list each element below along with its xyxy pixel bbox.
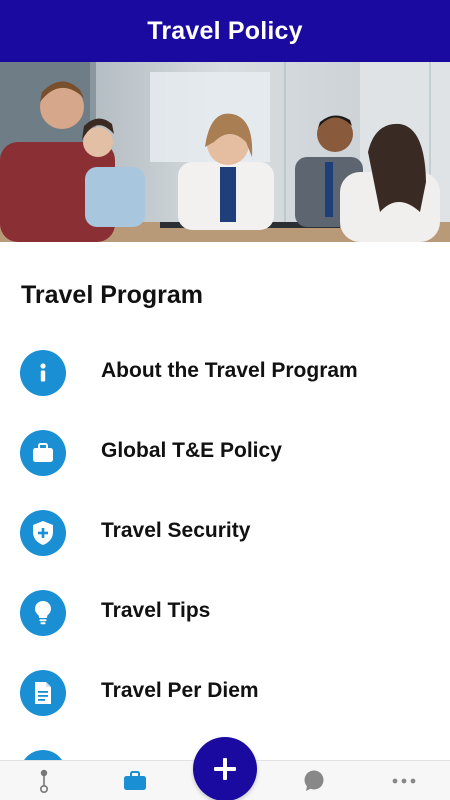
menu-item-about[interactable]: About the Travel Program [0,333,450,413]
menu-item-label: Travel Security [101,519,251,542]
info-icon [20,350,66,396]
route-icon[interactable] [14,761,74,800]
page-title: Travel Policy [147,16,303,45]
menu-item-travel-tips[interactable]: Travel Tips [0,573,450,653]
menu-item-travel-security[interactable]: Travel Security [0,493,450,573]
hero-image [0,62,450,242]
menu-item-label: Travel Per Diem [101,679,259,702]
more-dots-icon[interactable] [374,761,434,800]
lightbulb-icon [20,590,66,636]
app-header: Travel Policy [0,0,450,62]
briefcase-icon [20,430,66,476]
shield-plus-icon [20,510,66,556]
briefcase-icon[interactable] [105,761,165,800]
document-icon [20,670,66,716]
plus-icon [212,756,238,782]
section-title: Travel Program [21,281,204,309]
menu-item-label: Global T&E Policy [101,439,282,462]
menu-item-travel-per-diem[interactable]: Travel Per Diem [0,653,450,733]
add-button[interactable] [193,737,257,800]
menu-item-label: Travel Tips [101,599,211,622]
chat-bubble-icon[interactable] [284,761,344,800]
menu-item-global-te-policy[interactable]: Global T&E Policy [0,413,450,493]
menu-item-label: About the Travel Program [101,359,358,382]
travel-program-menu: About the Travel Program Global T&E Poli… [0,333,450,800]
